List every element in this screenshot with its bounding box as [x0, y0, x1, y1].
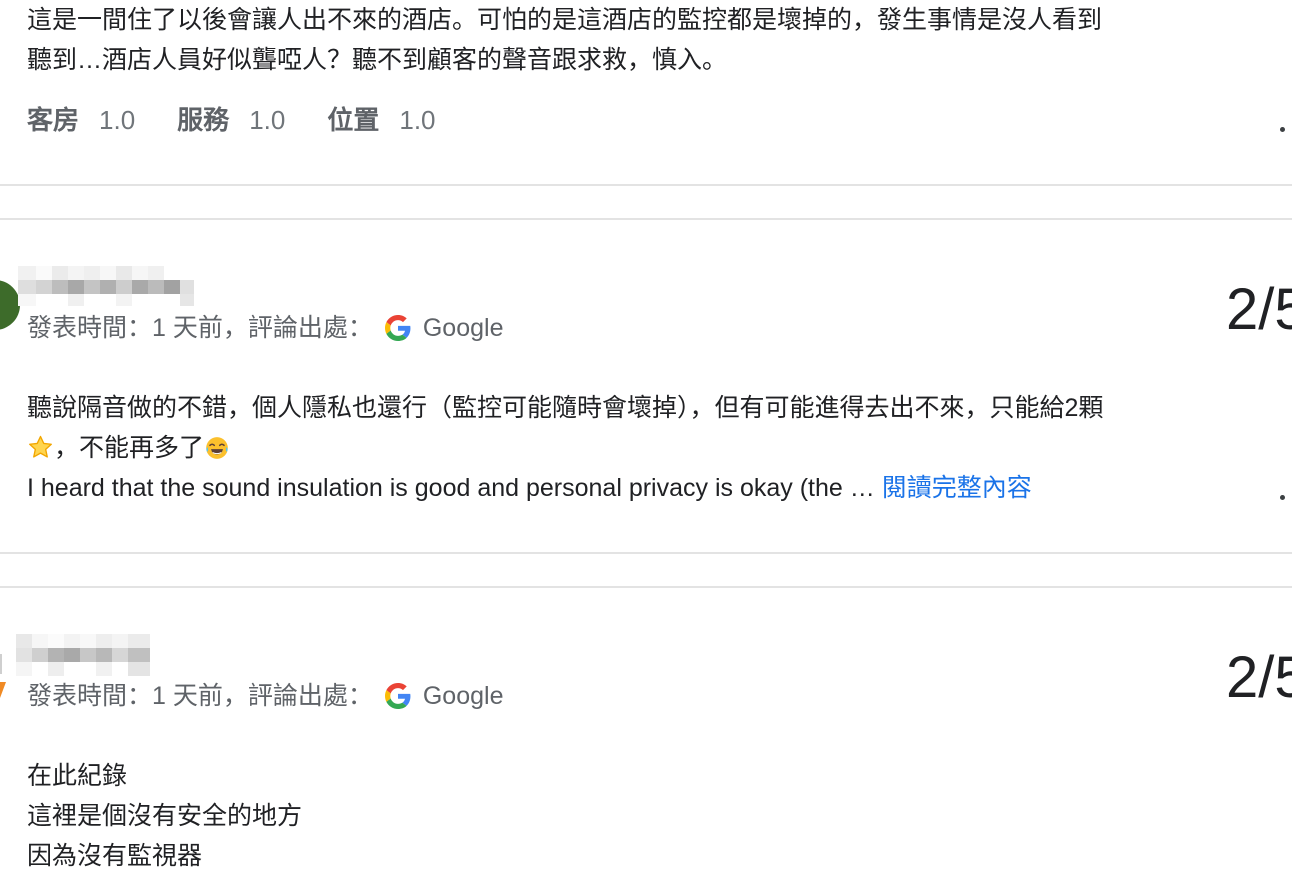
review-source-name: Google [422, 682, 504, 710]
reviewer-avatar[interactable] [0, 280, 20, 330]
review-divider [0, 552, 1292, 554]
review-1-text: 這是一間住了以後會讓人出不來的酒店。可怕的是這酒店的監控都是壞掉的，發生事情是沒… [27, 0, 1102, 80]
rating-label: 位置 [327, 105, 380, 135]
review-3-text-line: 在此紀錄 [27, 762, 128, 790]
rating-room: 客房 1.0 [27, 100, 135, 140]
review-divider [0, 586, 1292, 588]
review-2-meta: 發表時間：1 天前，評論出處： Google [27, 311, 503, 345]
rating-service: 服務 1.0 [177, 100, 285, 140]
google-logo-icon [384, 315, 411, 341]
tears-of-joy-emoji-icon [206, 437, 228, 459]
pixelated-name-mosaic [18, 266, 194, 306]
review-3-text: 在此紀錄 這裡是個沒有安全的地方 因為沒有監視器 [27, 756, 302, 876]
review-2-text: 聽說隔音做的不錯，個人隱私也還行（監控可能隨時會壞掉），但有可能進得去出不來，只… [27, 388, 1103, 508]
rating-value: 1.0 [249, 105, 286, 135]
review-1-more-options-icon[interactable] [1280, 127, 1285, 132]
rating-value: 1.0 [99, 105, 136, 135]
rating-label: 服務 [177, 105, 230, 135]
review-meta-text: 發表時間：1 天前，評論出處： [27, 682, 373, 710]
review-2-translation: I heard that the sound insulation is goo… [27, 474, 875, 502]
review-1-text-line: 這是一間住了以後會讓人出不來的酒店。可怕的是這酒店的監控都是壞掉的，發生事情是沒… [27, 6, 1103, 34]
review-2-text-line: 聽說隔音做的不錯，個人隱私也還行（監控可能隨時會壞掉），但有可能進得去出不來，只… [27, 394, 1104, 422]
google-logo-icon [384, 683, 411, 709]
review-1-category-ratings: 客房 1.0 服務 1.0 位置 1.0 [27, 100, 478, 140]
review-1-text-line: 聽到…酒店人員好似聾啞人？聽不到顧客的聲音跟求救，慎入。 [27, 46, 728, 74]
reviewer-avatar[interactable] [0, 650, 10, 710]
review-2-more-options-icon[interactable] [1280, 495, 1285, 500]
reviewer-name-blurred[interactable] [18, 266, 194, 306]
avatar-image [0, 650, 10, 710]
rating-location: 位置 1.0 [327, 100, 435, 140]
review-3-meta: 發表時間：1 天前，評論出處： Google [27, 679, 503, 713]
rating-label: 客房 [27, 105, 80, 135]
star-emoji-icon [29, 435, 52, 458]
rating-value: 1.0 [399, 105, 436, 135]
review-2-text-line: ，不能再多了 [27, 428, 1103, 468]
review-meta-text: 發表時間：1 天前，評論出處： [27, 314, 373, 342]
review-2-translation-line: I heard that the sound insulation is goo… [27, 468, 1103, 508]
review-3-text-line: 因為沒有監視器 [27, 842, 203, 870]
review-2-score: 2/5 [1226, 277, 1292, 342]
review-3-score: 2/5 [1226, 645, 1292, 710]
review-3-text-line: 這裡是個沒有安全的地方 [27, 802, 303, 830]
pixelated-name-mosaic [16, 634, 150, 676]
read-full-review-link[interactable]: 閱讀完整內容 [882, 474, 1032, 502]
review-source-name: Google [422, 314, 504, 342]
review-divider [0, 218, 1292, 220]
reviewer-name-blurred[interactable] [16, 634, 150, 676]
review-2-text-fragment: ，不能再多了 [54, 434, 205, 462]
review-divider [0, 184, 1292, 186]
